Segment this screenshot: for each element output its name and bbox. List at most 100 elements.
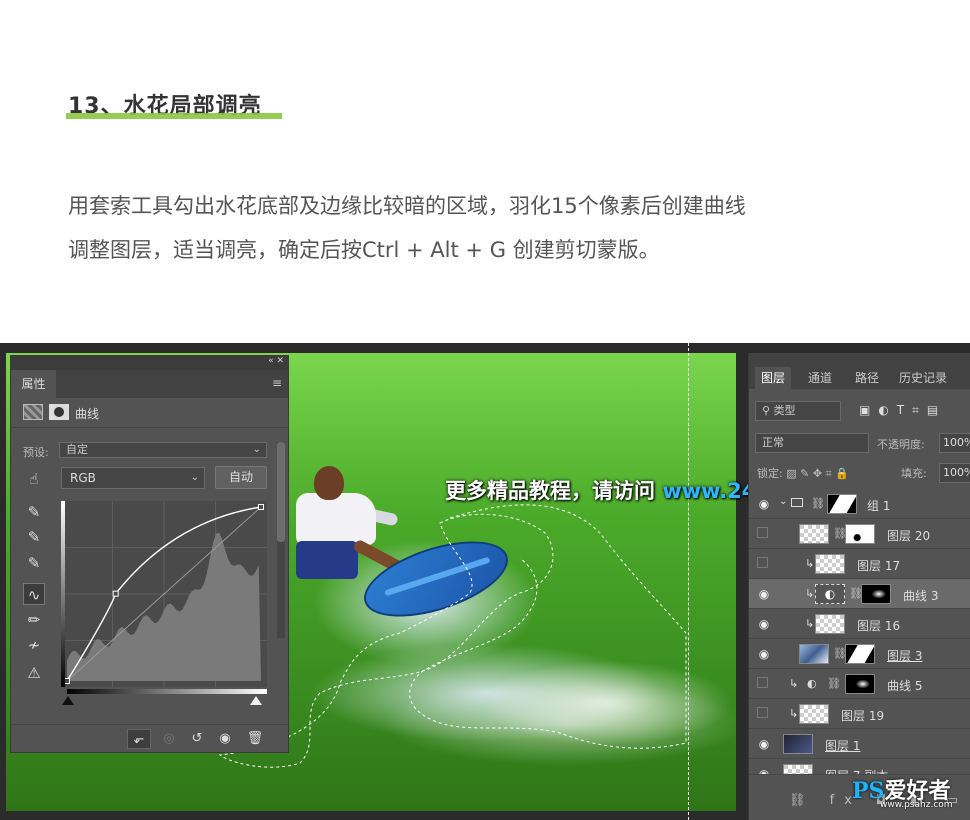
eye-hidden-icon[interactable] (757, 707, 768, 718)
layer-row[interactable]: ↳ 图层 19 (749, 699, 970, 729)
clip-arrow-icon: ↳ (805, 557, 815, 570)
layers-tab-2[interactable]: 路径 (849, 367, 885, 389)
properties-panel: « ✕ 属性 ≡ 曲线 预设: 自定 ⌄ RGB ⌄ 自动 ☝ ✎ ✎ ✎ ∿ ✏ … (10, 355, 289, 753)
layer-mask-thumb[interactable] (861, 584, 891, 604)
layers-list: ◉ ⌄ ⛓ 组 1 ⛓ 图层 20 ↳ 图层 17 ◉ ↳ ◐ ⛓ 曲线 3 ◉… (749, 489, 970, 775)
layer-thumb (815, 554, 845, 574)
layer-row[interactable]: ⛓ 图层 20 (749, 519, 970, 549)
tab-properties[interactable]: 属性 (11, 370, 56, 398)
photoshop-screenshot: 更多精品教程，请访问 www.240PS.com « ✕ 属性 ≡ 曲线 预设:… (0, 343, 970, 820)
layer-mask-thumb[interactable] (845, 674, 875, 694)
auto-button[interactable]: 自动 (215, 466, 267, 489)
eye-icon[interactable]: ◉ (757, 617, 771, 631)
eye-hidden-icon[interactable] (757, 557, 768, 568)
link-icon[interactable]: ⛓ (827, 677, 841, 690)
pencil-icon[interactable]: ✏ (23, 609, 45, 631)
reset-icon[interactable]: ↺ (185, 729, 209, 749)
site-logo-url: www.psahz.com (880, 800, 953, 810)
layer-mask-thumb[interactable] (845, 524, 875, 544)
output-gradient (61, 501, 65, 687)
black-eyedropper-icon[interactable]: ✎ (23, 501, 45, 523)
curve-point-2[interactable] (258, 504, 264, 510)
layer-name: 图层 16 (857, 619, 901, 633)
watermark-prefix: 更多精品教程，请访问 (445, 479, 655, 503)
clip-to-layer-button[interactable]: ⬐ (127, 729, 151, 749)
layer-name: 图层 1 (825, 739, 861, 753)
preset-row: 预设: 自定 ⌄ (11, 442, 290, 462)
layer-mask-thumb[interactable] (827, 494, 857, 514)
chevron-down-icon[interactable]: ⌄ (779, 496, 787, 507)
eye-icon[interactable]: ◉ (757, 767, 771, 774)
layer-filter-icons[interactable]: ▣◐T⌗▤ (859, 403, 946, 418)
curve-point-1[interactable] (112, 590, 119, 597)
layer-name: 图层 19 (841, 709, 885, 723)
mask-icon[interactable] (49, 404, 69, 420)
preset-select[interactable]: 自定 ⌄ (59, 442, 267, 458)
folder-icon (791, 498, 803, 507)
curve-graph[interactable] (61, 501, 267, 687)
clipping-warning-icon[interactable]: ⚠ (23, 662, 45, 684)
eye-hidden-icon[interactable] (757, 527, 768, 538)
trash-icon[interactable]: 🗑 (243, 729, 267, 749)
layer-name: 图层 3 (887, 649, 923, 663)
view-previous-icon[interactable]: ◎ (157, 729, 181, 749)
layer-row[interactable]: ◉ ⛓ 图层 3 (749, 639, 970, 669)
layer-row[interactable]: ◉ ⌄ ⛓ 组 1 (749, 489, 970, 519)
hand-target-icon[interactable]: ☝ (23, 468, 45, 490)
black-point-slider[interactable] (62, 696, 74, 705)
layer-name: 组 1 (867, 499, 891, 513)
search-icon: ⚲ (762, 404, 774, 417)
eye-icon[interactable]: ◉ (757, 647, 771, 661)
lock-row: 锁定: ▨ ✎ ✥ ⌗ 🔒 (757, 467, 849, 480)
panel-menu-icon[interactable]: ≡ (272, 376, 282, 390)
layer-thumb (799, 704, 829, 724)
properties-header: 曲线 (11, 398, 288, 428)
clip-arrow-icon: ↳ (805, 587, 815, 600)
layer-name: 图层 17 (857, 559, 901, 573)
layer-name: 图层 20 (887, 529, 931, 543)
collapse-close-icons[interactable]: « ✕ (268, 356, 284, 366)
layer-thumb (815, 614, 845, 634)
channel-select[interactable]: RGB ⌄ (61, 467, 205, 489)
curves-adjustment-icon: ◐ (815, 584, 845, 604)
lock-icons[interactable]: ▨ ✎ ✥ ⌗ 🔒 (786, 467, 849, 480)
layer-row-selected[interactable]: ◉ ↳ ◐ ⛓ 曲线 3 (749, 579, 970, 609)
input-gradient (67, 689, 267, 694)
layer-name: 曲线 5 (887, 679, 923, 693)
properties-title: 曲线 (75, 407, 100, 421)
curve-point-0[interactable] (64, 678, 70, 684)
layer-thumb (799, 524, 829, 544)
layer-row[interactable]: ◉ 图层 1 (749, 729, 970, 759)
panel-scroll-thumb[interactable] (277, 442, 285, 542)
layer-row[interactable]: ↳ ◐ ⛓ 曲线 5 (749, 669, 970, 699)
layers-panel: 图层通道路径历史记录 ⚲ 类型 ▣◐T⌗▤ 正常 不透明度: 100% 锁定: … (748, 353, 970, 820)
visibility-eye-icon[interactable]: ◉ (213, 729, 237, 749)
white-point-slider[interactable] (250, 696, 262, 705)
layers-tab-3[interactable]: 历史记录 (893, 367, 953, 389)
opacity-field[interactable]: 100% (939, 433, 970, 453)
eye-icon[interactable]: ◉ (757, 737, 771, 751)
fill-field[interactable]: 100% (939, 463, 970, 483)
eye-icon[interactable]: ◉ (757, 587, 771, 601)
chevron-down-icon: ⌄ (190, 472, 199, 483)
layers-tab-0[interactable]: 图层 (755, 367, 791, 389)
curve-point-icon[interactable]: ∿ (23, 583, 45, 605)
blend-mode-select[interactable]: 正常 (755, 433, 869, 453)
gray-eyedropper-icon[interactable]: ✎ (23, 526, 45, 548)
clip-arrow-icon: ↳ (805, 617, 815, 630)
clip-arrow-icon: ↳ (789, 707, 799, 720)
panel-top-strip: « ✕ (11, 356, 288, 370)
eye-icon[interactable]: ◉ (757, 497, 771, 511)
layers-tab-1[interactable]: 通道 (799, 367, 841, 389)
layer-mask-thumb[interactable] (845, 644, 875, 664)
smooth-icon[interactable]: ≁ (23, 634, 45, 656)
paragraph-line-1: 用套索工具勾出水花底部及边缘比较暗的区域，羽化15个像素后创建曲线 (68, 194, 746, 218)
layer-row[interactable]: ◉ ↳ 图层 16 (749, 609, 970, 639)
curves-adjustment-icon: ◐ (807, 677, 817, 690)
adjustment-icon[interactable] (23, 404, 43, 420)
layer-row[interactable]: ↳ 图层 17 (749, 549, 970, 579)
eye-hidden-icon[interactable] (757, 677, 768, 688)
link-icon[interactable]: ⛓ (811, 497, 825, 510)
layer-filter-select[interactable]: ⚲ 类型 (755, 401, 841, 421)
white-eyedropper-icon[interactable]: ✎ (23, 552, 45, 574)
